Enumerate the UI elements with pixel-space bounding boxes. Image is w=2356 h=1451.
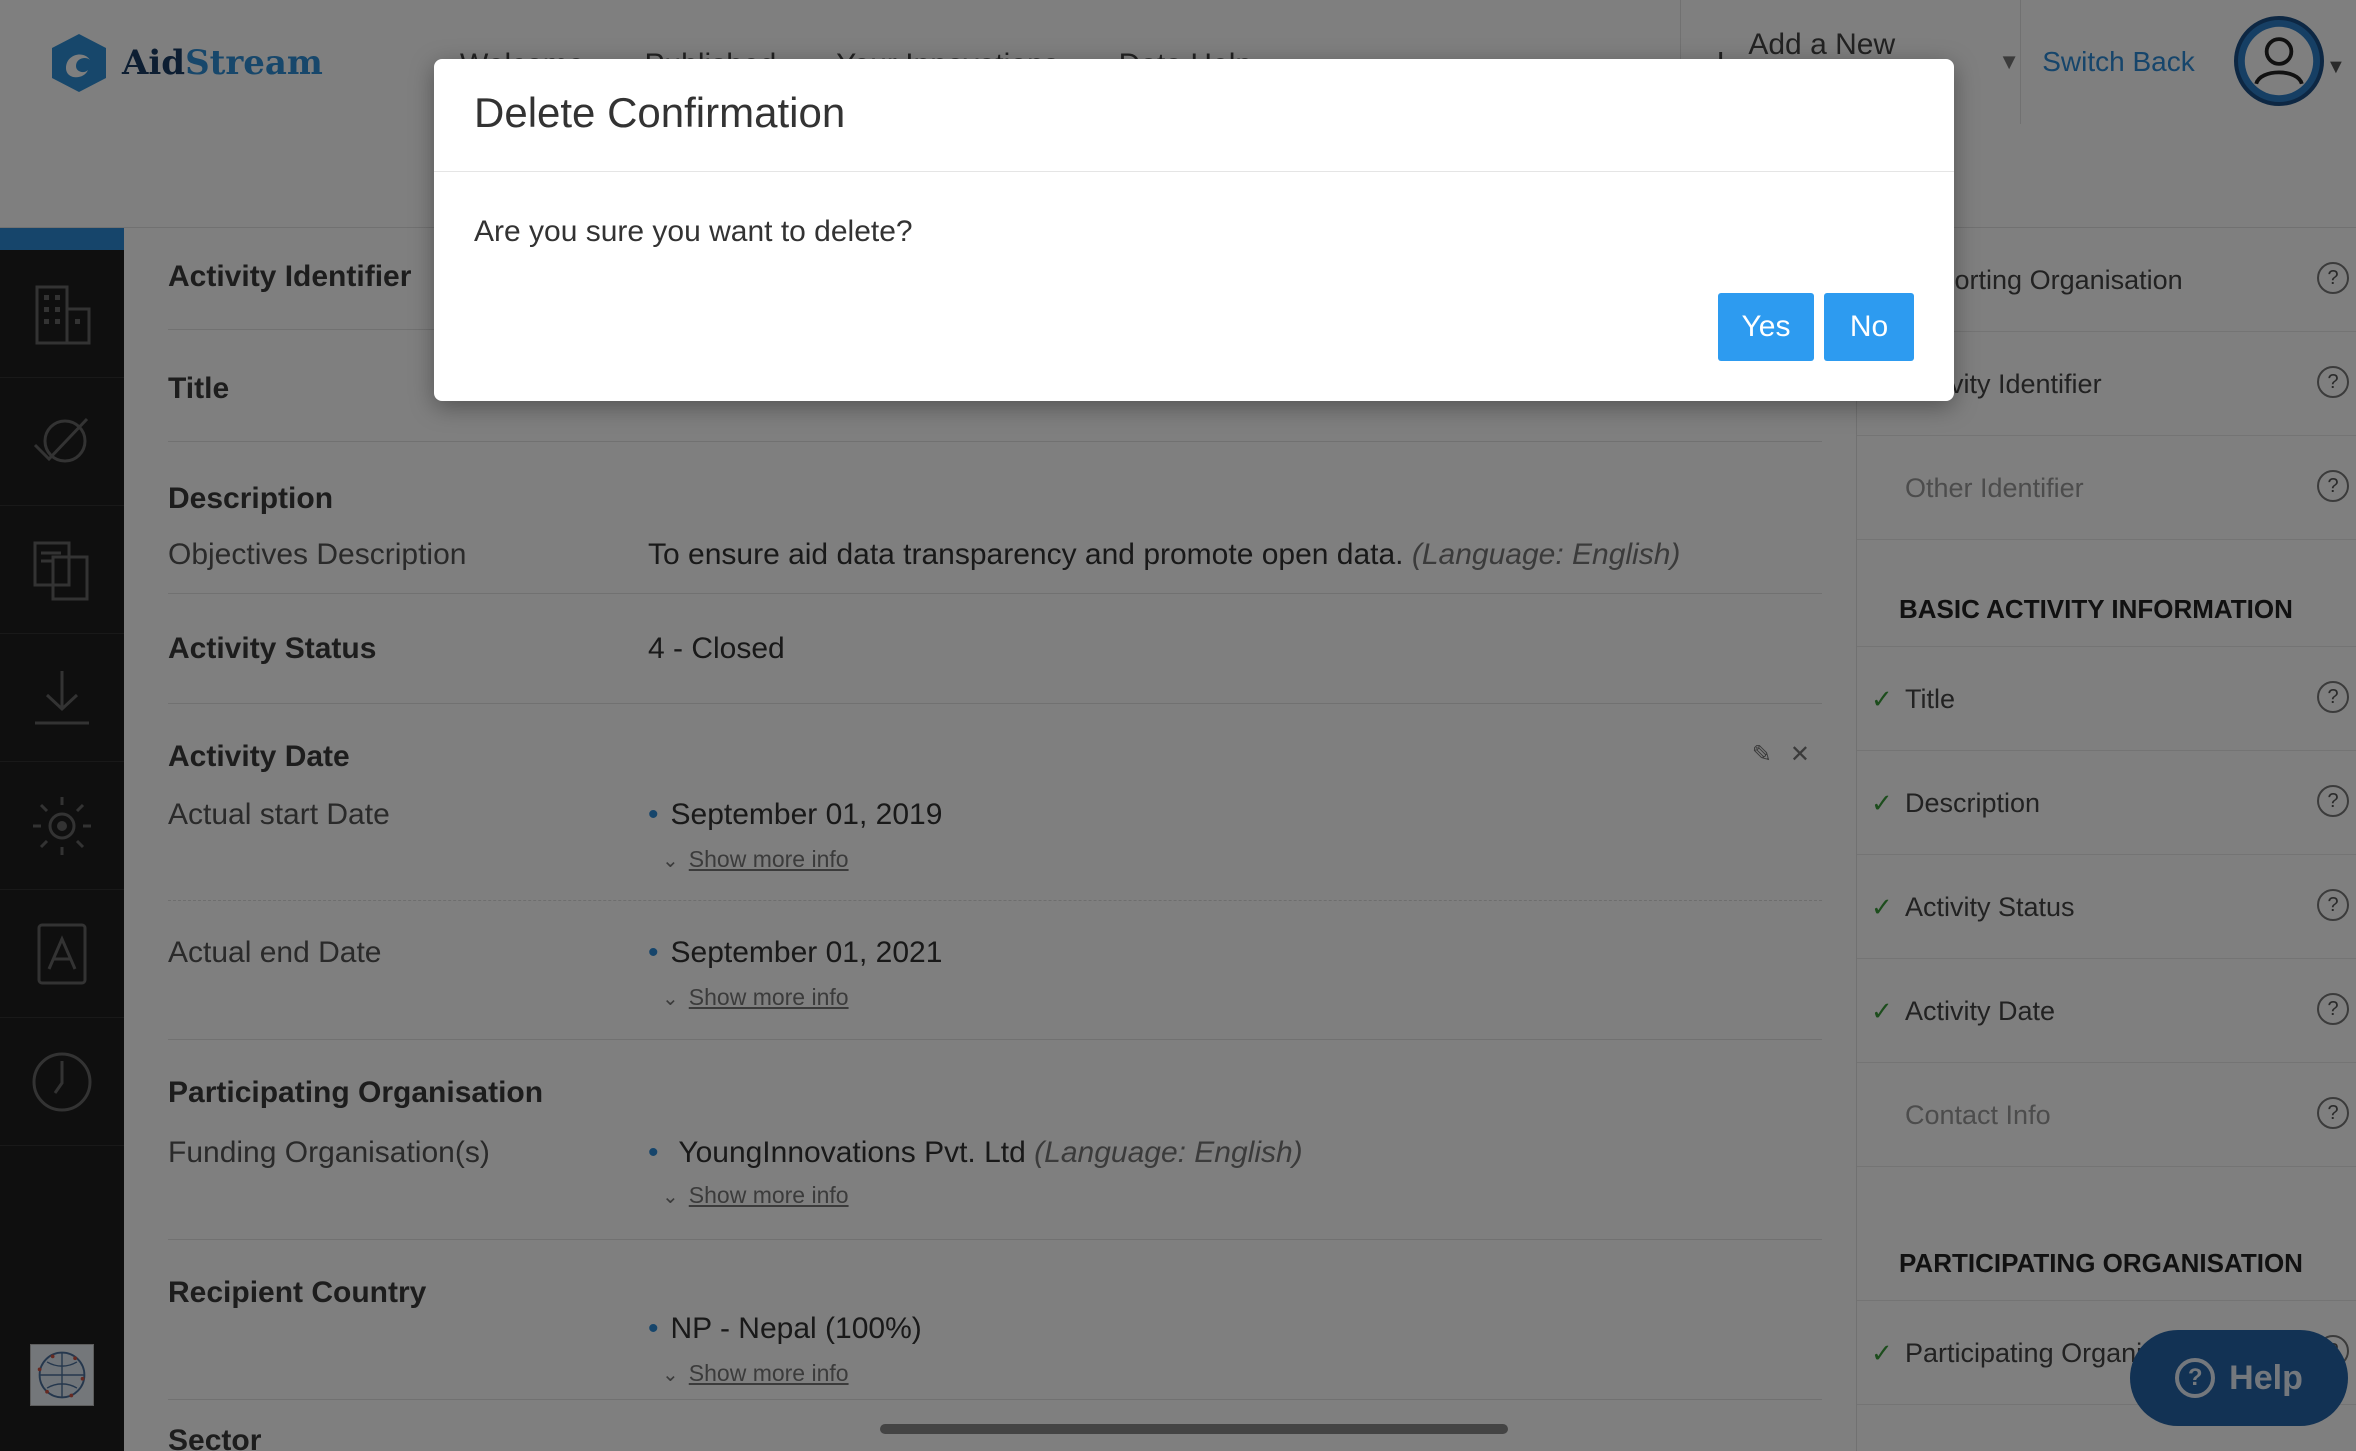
delete-confirmation-dialog: Delete Confirmation Are you sure you wan… <box>434 59 1954 401</box>
no-button[interactable]: No <box>1824 293 1914 361</box>
modal-header: Delete Confirmation <box>434 59 1954 172</box>
modal-message: Are you sure you want to delete? <box>474 215 913 248</box>
yes-button[interactable]: Yes <box>1718 293 1814 361</box>
modal-title: Delete Confirmation <box>474 89 846 136</box>
